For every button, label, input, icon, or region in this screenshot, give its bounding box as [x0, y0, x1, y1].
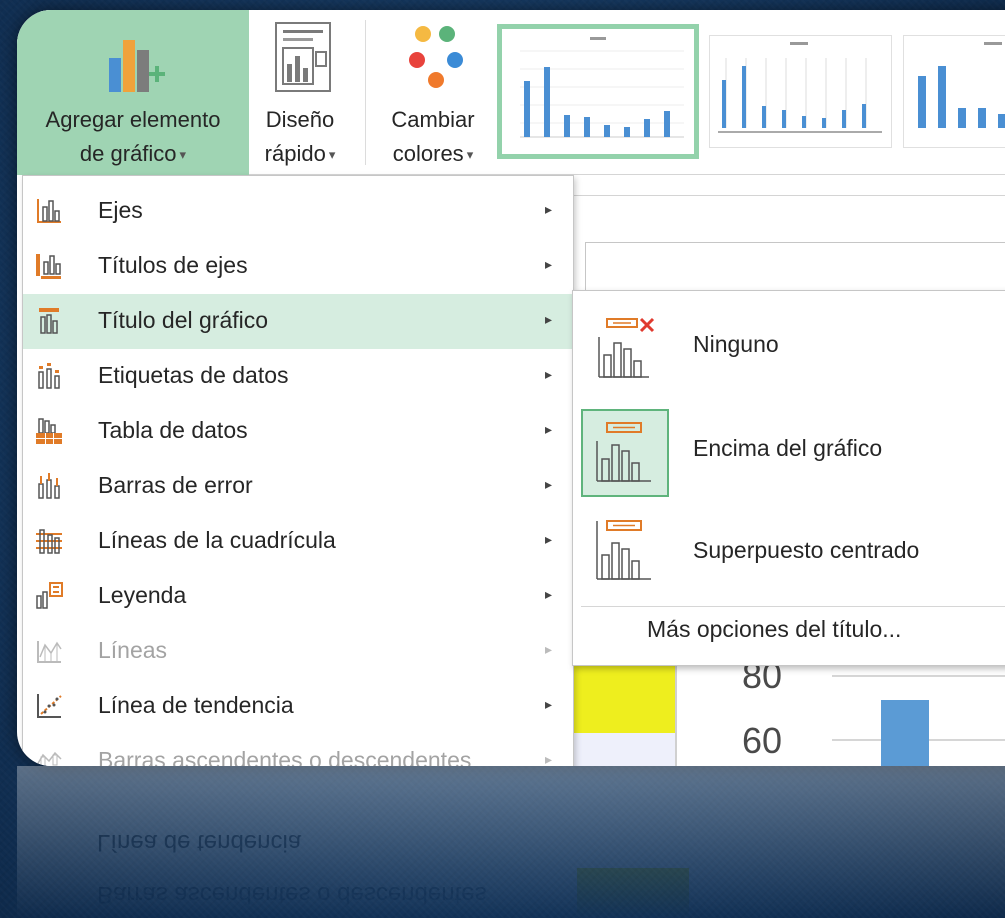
- menu-item-label: Tabla de datos: [98, 417, 248, 443]
- chart-styles-gallery: [497, 24, 1005, 159]
- gridlines-icon: [36, 529, 62, 554]
- menu-item-data-table[interactable]: Tabla de datos ▸: [23, 404, 573, 459]
- menu-item-label: Línea de tendencia: [98, 692, 294, 718]
- menu-item-label: Barras ascendentes o descendentes: [98, 747, 472, 766]
- add-chart-element-menu: Ejes ▸ Títulos de ejes ▸ Título del gráf…: [22, 175, 574, 766]
- chart-title-overlay-icon: [596, 520, 651, 580]
- chart-bar: [881, 700, 929, 766]
- chart-style-thumbnail: [520, 37, 684, 138]
- legend-icon: [36, 582, 63, 609]
- quick-layout-label-2: rápido: [264, 141, 326, 166]
- chart-style-1[interactable]: [497, 24, 699, 159]
- chart-style-thumbnail: [918, 42, 1005, 128]
- menu-item-label: Leyenda: [98, 582, 187, 608]
- chart-style-2[interactable]: [709, 35, 892, 148]
- menu-item-label: Etiquetas de datos: [98, 362, 289, 388]
- menu-item-label: Títulos de ejes: [98, 252, 248, 278]
- add-chart-element-label-1: Agregar elemento: [45, 107, 221, 132]
- menu-item-lines: Líneas ▸: [23, 624, 573, 679]
- reflection-text: Línea de tendencia: [97, 829, 302, 856]
- chart-style-3[interactable]: [903, 35, 1005, 148]
- data-table-icon: [36, 418, 62, 444]
- dropdown-caret-icon: ▾: [466, 147, 474, 163]
- submenu-arrow-icon: ▸: [545, 201, 553, 217]
- axes-icon: [37, 199, 61, 223]
- cell-fill-light: [574, 733, 675, 766]
- trendline-icon: [37, 694, 62, 718]
- submenu-option-centered-overlay[interactable]: Superpuesto centrado: [573, 505, 1005, 605]
- submenu-arrow-icon: ▸: [545, 256, 553, 272]
- dropdown-caret-icon: ▾: [328, 147, 336, 163]
- submenu-option-label: Encima del gráfico: [693, 435, 883, 461]
- ribbon-separator: [365, 20, 366, 165]
- submenu-option-label: Ninguno: [693, 331, 779, 357]
- reflection-cell-fill: [577, 868, 689, 918]
- slide-reflection: Barras ascendentes o descendentes Línea …: [17, 766, 1005, 918]
- axis-titles-icon: [36, 254, 61, 279]
- axis-tick-label: 60: [742, 720, 783, 761]
- ribbon: Agregar elemento de gráfico ▾ Diseño rápi…: [17, 10, 1005, 175]
- submenu-option-label: Superpuesto centrado: [693, 537, 920, 563]
- add-chart-element-icon: [109, 40, 165, 92]
- menu-item-error-bars[interactable]: Barras de error ▸: [23, 459, 573, 514]
- submenu-arrow-icon: ▸: [545, 641, 553, 657]
- menu-item-chart-title[interactable]: Título del gráfico ▸: [23, 294, 573, 349]
- menu-item-trendline[interactable]: Línea de tendencia ▸: [23, 679, 573, 734]
- menu-item-label: Líneas de la cuadrícula: [98, 527, 336, 553]
- reflection-text: Barras ascendentes o descendentes: [97, 881, 487, 908]
- lines-icon: [37, 641, 62, 663]
- chart-title-above-icon: [596, 422, 651, 482]
- data-labels-icon: [38, 363, 60, 389]
- menu-item-axis-titles[interactable]: Títulos de ejes ▸: [23, 239, 573, 294]
- submenu-arrow-icon: ▸: [545, 476, 553, 492]
- menu-item-label: Ejes: [98, 197, 143, 223]
- submenu-arrow-icon: ▸: [545, 586, 553, 602]
- chart-title-none-icon: [598, 317, 655, 378]
- quick-layout-label-1: Diseño: [265, 107, 335, 132]
- submenu-option-none[interactable]: Ninguno: [573, 299, 1005, 399]
- dropdown-caret-icon: ▾: [179, 147, 187, 163]
- excel-window: Agregar elemento de gráfico ▾ Diseño rápi…: [17, 10, 1005, 766]
- submenu-arrow-icon: ▸: [545, 311, 553, 327]
- change-colors-label-1: Cambiar: [391, 107, 475, 132]
- chart-gridline: [832, 675, 1005, 677]
- cell-fill-yellow: [574, 665, 675, 733]
- submenu-separator: [581, 606, 1005, 607]
- submenu-arrow-icon: ▸: [545, 421, 553, 437]
- error-bars-icon: [38, 473, 60, 499]
- submenu-arrow-icon: ▸: [545, 751, 553, 766]
- menu-item-label: Barras de error: [98, 472, 253, 498]
- chart-area-border: [675, 650, 677, 766]
- color-palette-icon: [409, 26, 463, 88]
- chart-title-icon: [39, 308, 59, 334]
- menu-item-up-down-bars: Barras ascendentes o descendentes ▸: [23, 734, 573, 766]
- change-colors-label-2: colores: [392, 141, 464, 166]
- submenu-arrow-icon: ▸: [545, 366, 553, 382]
- add-chart-element-label-2: de gráfico: [79, 141, 177, 166]
- submenu-option-above-chart[interactable]: Encima del gráfico: [573, 403, 1005, 503]
- formula-bar[interactable]: [585, 242, 1005, 292]
- quick-layout-button[interactable]: Diseño rápido ▾: [251, 10, 349, 175]
- formula-bar-divider: [572, 195, 1005, 196]
- submenu-arrow-icon: ▸: [545, 531, 553, 547]
- chart-style-thumbnail: [718, 42, 882, 133]
- change-colors-button[interactable]: Cambiar colores ▾: [373, 10, 493, 175]
- menu-item-axes[interactable]: Ejes ▸: [23, 184, 573, 239]
- menu-item-legend[interactable]: Leyenda ▸: [23, 569, 573, 624]
- more-title-options-link[interactable]: Más opciones del título...: [647, 616, 901, 643]
- submenu-arrow-icon: ▸: [545, 696, 553, 712]
- menu-item-label: Líneas: [98, 637, 168, 663]
- quick-layout-icon: [275, 22, 331, 92]
- menu-item-gridlines[interactable]: Líneas de la cuadrícula ▸: [23, 514, 573, 569]
- menu-item-data-labels[interactable]: Etiquetas de datos ▸: [23, 349, 573, 404]
- up-down-bars-icon: [36, 751, 62, 766]
- chart-title-submenu: Ninguno Encima del gráfico Superpuesto c…: [572, 290, 1005, 666]
- menu-item-label: Título del gráfico: [98, 307, 269, 333]
- add-chart-element-button[interactable]: Agregar elemento de gráfico ▾: [17, 10, 249, 175]
